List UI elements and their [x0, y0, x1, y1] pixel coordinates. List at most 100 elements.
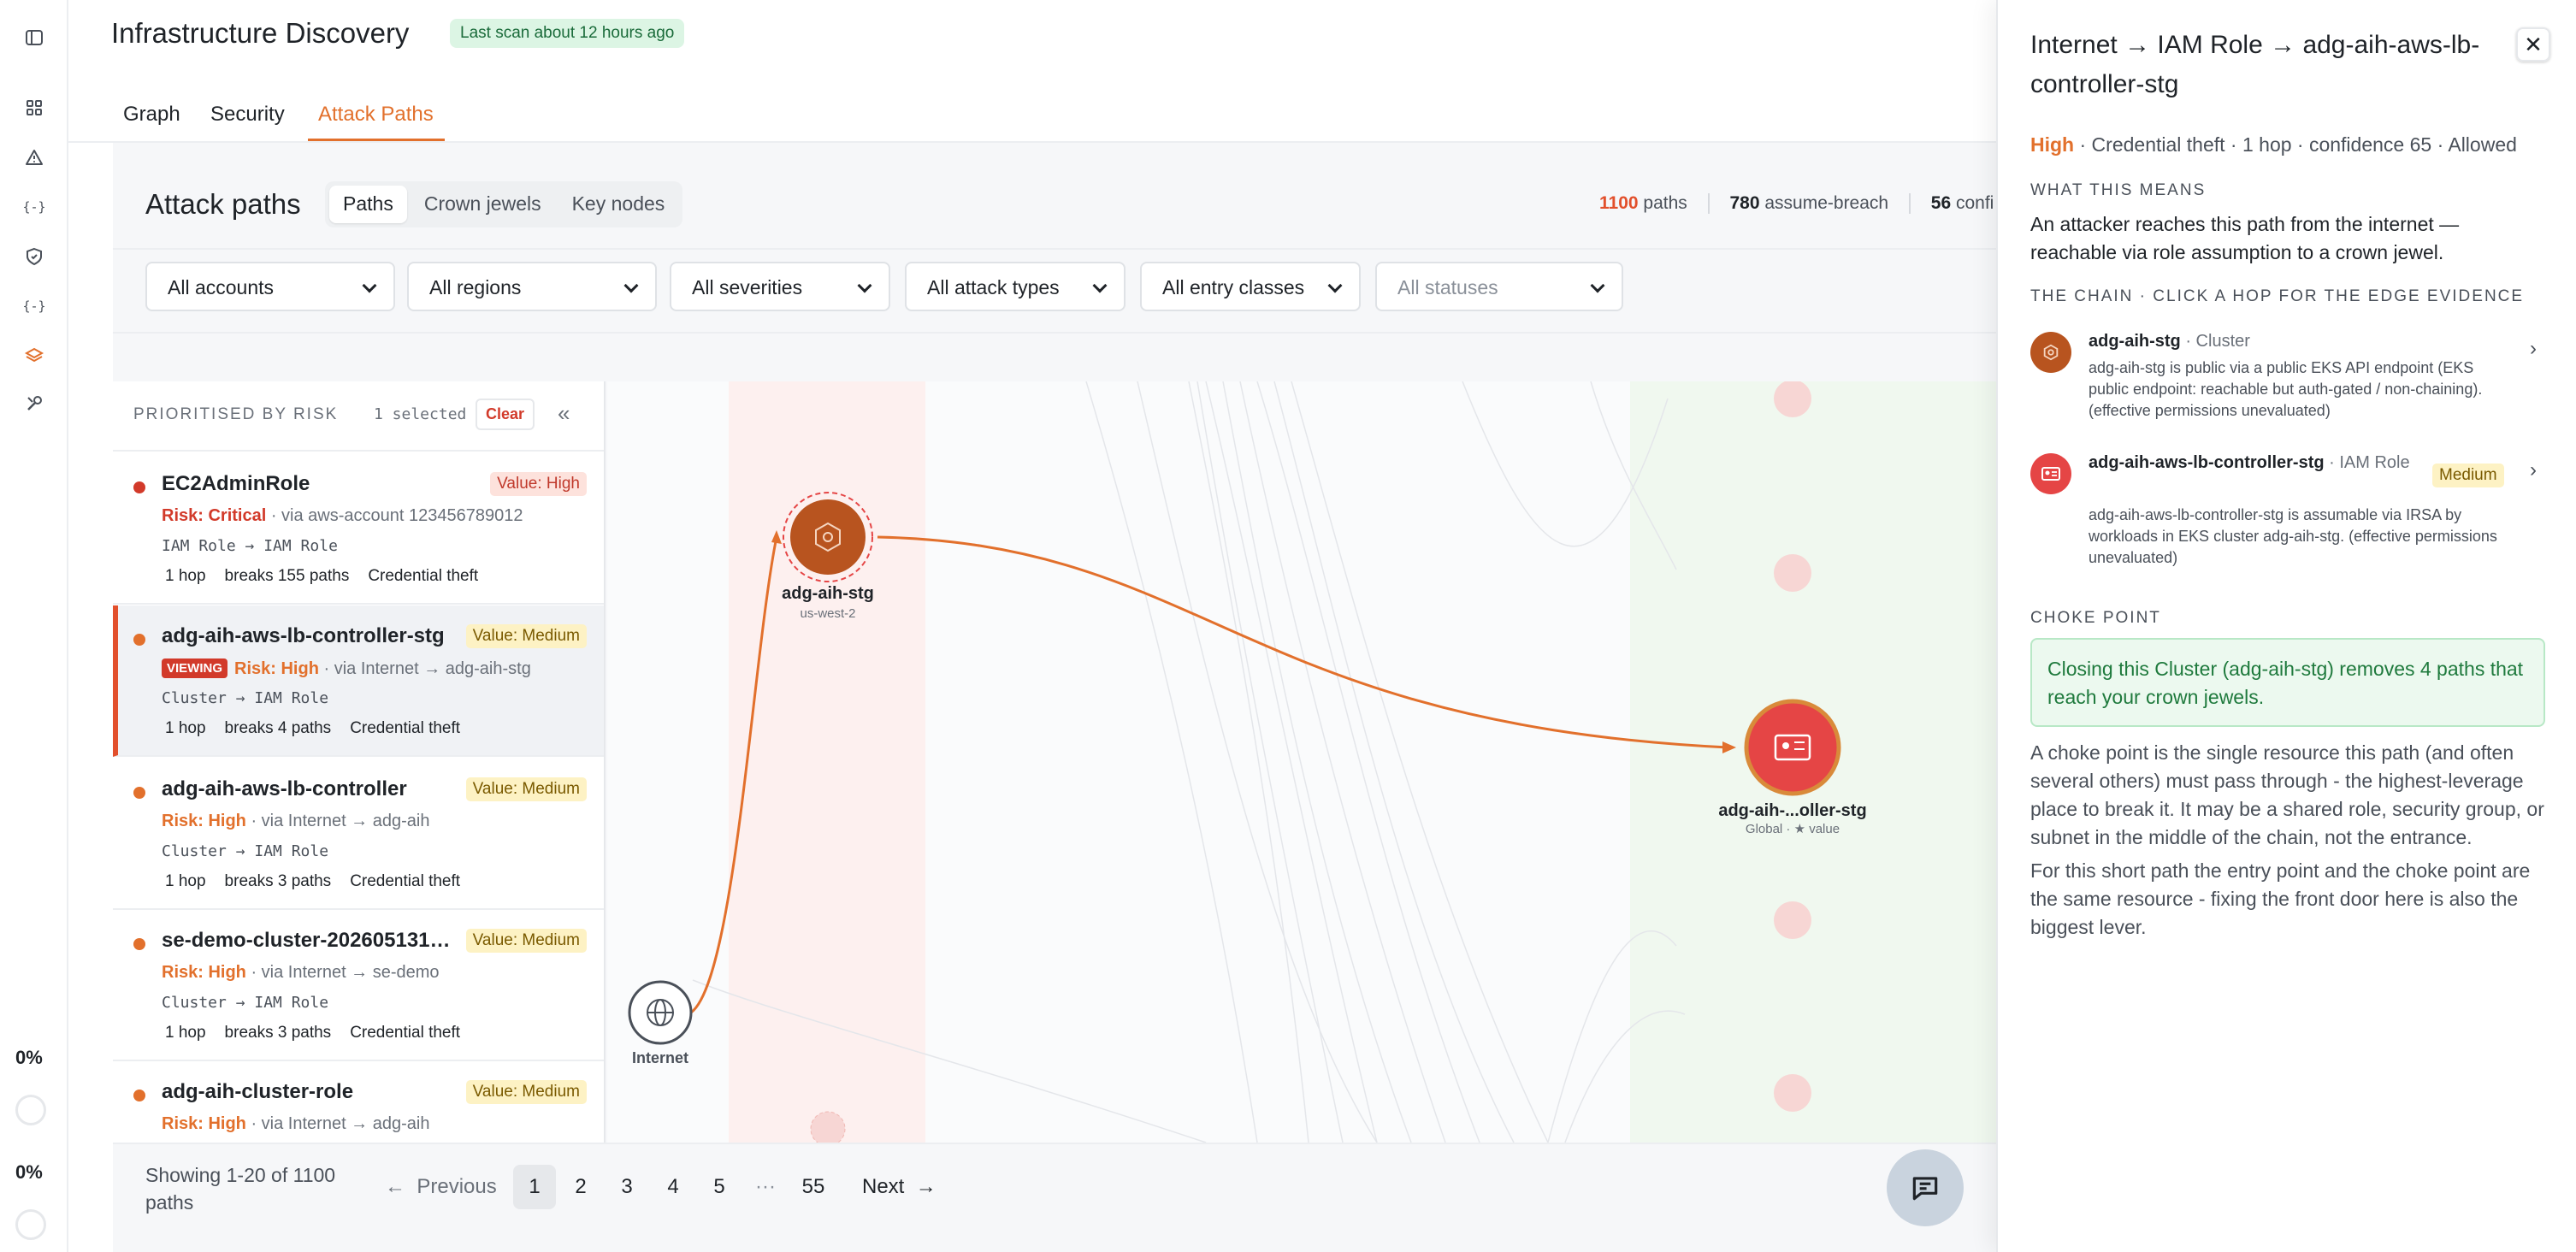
path-stats: 1100 paths 780 assume-breach 56 confi: [1599, 193, 1994, 215]
filter-statuses-label: All statuses: [1397, 276, 1498, 298]
type-tag: Credential theft: [350, 719, 461, 737]
usage-ring-1: [15, 1095, 46, 1125]
hop-name: adg-aih-stg · Cluster: [2089, 328, 2250, 354]
chevron-down-icon: [1092, 278, 1108, 293]
severity-label: High: [2030, 133, 2075, 156]
segment-key-nodes[interactable]: Key nodes: [558, 186, 679, 223]
risk-dot: [133, 481, 145, 493]
list-item[interactable]: se-demo-cluster-202605131… Value: Medium…: [113, 910, 604, 1061]
shield-icon[interactable]: [19, 241, 50, 272]
internet-node-label: Internet: [632, 1049, 688, 1066]
filter-regions-label: All regions: [429, 276, 522, 298]
chat-button[interactable]: [1887, 1149, 1964, 1226]
tab-security[interactable]: Security: [210, 103, 285, 127]
attack-path-graph[interactable]: Internet adg-aih-stg us-west-2 adg-aih-.…: [607, 381, 2001, 1143]
active-tab-indicator: [308, 139, 445, 141]
cluster-node-circle: [790, 499, 866, 575]
previous-page-button[interactable]: ← Previous: [385, 1175, 497, 1199]
confirmed-count: 56: [1930, 193, 1952, 213]
hop-description: adg-aih-stg is public via a public EKS A…: [2089, 359, 2483, 419]
code-braces-icon[interactable]: {-}: [19, 192, 50, 222]
what-text: An attacker reaches this path from the i…: [2030, 213, 2460, 263]
breaks-tag: breaks 4 paths: [224, 719, 332, 737]
list-item[interactable]: adg-aih-aws-lb-controller Value: Medium …: [113, 759, 604, 910]
chain-hop[interactable]: adg-aih-stg · Cluster adg-aih-stg is pub…: [2030, 328, 2544, 431]
tab-graph[interactable]: Graph: [123, 103, 180, 127]
svg-text:{-}: {-}: [23, 199, 45, 215]
sidebar-toggle-icon[interactable]: [19, 22, 50, 53]
segment-paths[interactable]: Paths: [329, 186, 407, 223]
collapse-list-button[interactable]: «: [558, 400, 570, 427]
item-tags: 1 hop breaks 3 paths Credential theft: [162, 1022, 464, 1044]
filter-severities[interactable]: All severities: [670, 262, 890, 311]
page-55-button[interactable]: 55: [792, 1165, 835, 1209]
path-list-panel: PRIORITISED BY RISK 1 selected Clear « E…: [113, 381, 606, 1143]
list-item[interactable]: EC2AdminRole Value: High Risk: Critical …: [113, 453, 604, 605]
chevron-right-icon: ›: [2530, 337, 2537, 360]
breaks-tag: breaks 155 paths: [224, 567, 350, 585]
dim-node: [1774, 1074, 1811, 1112]
dim-node: [810, 1111, 846, 1143]
item-risk: Risk: Critical · via aws-account 1234567…: [162, 506, 523, 526]
layers-icon[interactable]: [19, 340, 50, 371]
value-badge: Value: Medium: [465, 929, 587, 953]
chevron-right-icon: ›: [2530, 458, 2537, 481]
choke-heading: CHOKE POINT: [2030, 609, 2161, 627]
close-icon[interactable]: ✕: [2516, 27, 2550, 62]
segment-crown-jewels[interactable]: Crown jewels: [411, 186, 555, 223]
list-item[interactable]: adg-aih-cluster-role Value: Medium Risk:…: [113, 1061, 604, 1143]
filter-entry-classes[interactable]: All entry classes: [1140, 262, 1361, 311]
filter-statuses[interactable]: All statuses: [1375, 262, 1623, 311]
pagination-info: Showing 1-20 of 1100 paths: [145, 1164, 336, 1214]
list-item[interactable]: adg-aih-aws-lb-controller-stg Value: Med…: [113, 605, 604, 757]
alert-icon[interactable]: [19, 142, 50, 173]
clear-button[interactable]: Clear: [476, 399, 535, 430]
tab-attack-paths[interactable]: Attack Paths: [318, 103, 434, 127]
page-title: Infrastructure Discovery: [111, 17, 410, 49]
previous-label: Previous: [417, 1175, 497, 1198]
cluster-node[interactable]: [783, 492, 873, 582]
chain-hop[interactable]: adg-aih-aws-lb-controller-stg · IAM Role…: [2030, 450, 2544, 578]
cluster-node-region: us-west-2: [800, 606, 855, 621]
next-page-button[interactable]: Next →: [862, 1175, 936, 1199]
selected-count: 1 selected: [374, 405, 467, 423]
iam-role-node[interactable]: [1744, 699, 1841, 796]
page-3-button[interactable]: 3: [606, 1165, 648, 1209]
meta-text: · Credential theft · 1 hop · confidence …: [2074, 133, 2517, 156]
risk-via: · via Internet → adg-aih: [245, 1114, 430, 1133]
risk-via: · via Internet → se-demo: [245, 963, 440, 982]
internet-node[interactable]: [628, 980, 693, 1045]
risk-label: Risk: High: [234, 659, 319, 678]
filter-accounts[interactable]: All accounts: [145, 262, 395, 311]
usage-percent-1: 0%: [15, 1047, 43, 1068]
filter-regions[interactable]: All regions: [407, 262, 657, 311]
hop-resource: adg-aih-stg: [2089, 332, 2181, 351]
page-5-button[interactable]: 5: [698, 1165, 741, 1209]
tools-icon[interactable]: [19, 388, 50, 419]
detail-meta: High · Credential theft · 1 hop · confid…: [2030, 133, 2517, 156]
page-4-button[interactable]: 4: [652, 1165, 694, 1209]
chevron-down-icon: [362, 278, 377, 293]
dashboard-icon[interactable]: [19, 92, 50, 123]
what-heading: WHAT THIS MEANS: [2030, 181, 2207, 199]
breaks-tag: breaks 3 paths: [224, 1024, 332, 1042]
pagination-bar: Showing 1-20 of 1100 paths ← Previous 1 …: [113, 1143, 2001, 1228]
iam-role-node-circle: [1744, 699, 1841, 796]
choke-point-callout: Closing this Cluster (adg-aih-stg) remov…: [2030, 638, 2545, 727]
risk-dot: [133, 634, 145, 646]
filter-severities-label: All severities: [692, 276, 803, 298]
item-name: se-demo-cluster-202605131…: [162, 929, 451, 952]
item-tags: 1 hop breaks 4 paths Credential theft: [162, 718, 464, 740]
item-risk: VIEWING Risk: High · via Internet → adg-a…: [162, 658, 531, 679]
filter-attack-types[interactable]: All attack types: [905, 262, 1126, 311]
code-braces-icon[interactable]: {-}: [19, 291, 50, 322]
risk-label: Risk: High: [162, 1114, 246, 1133]
page-1-button[interactable]: 1: [513, 1165, 556, 1209]
chevron-down-icon: [1327, 278, 1343, 293]
edge-cluster-to-role[interactable]: [877, 535, 1728, 749]
arrow-right-icon: →: [904, 1175, 936, 1198]
risk-dot: [133, 787, 145, 799]
paths-label: paths: [1643, 193, 1687, 213]
view-segmented-control: Paths Crown jewels Key nodes: [325, 181, 683, 227]
page-2-button[interactable]: 2: [559, 1165, 602, 1209]
